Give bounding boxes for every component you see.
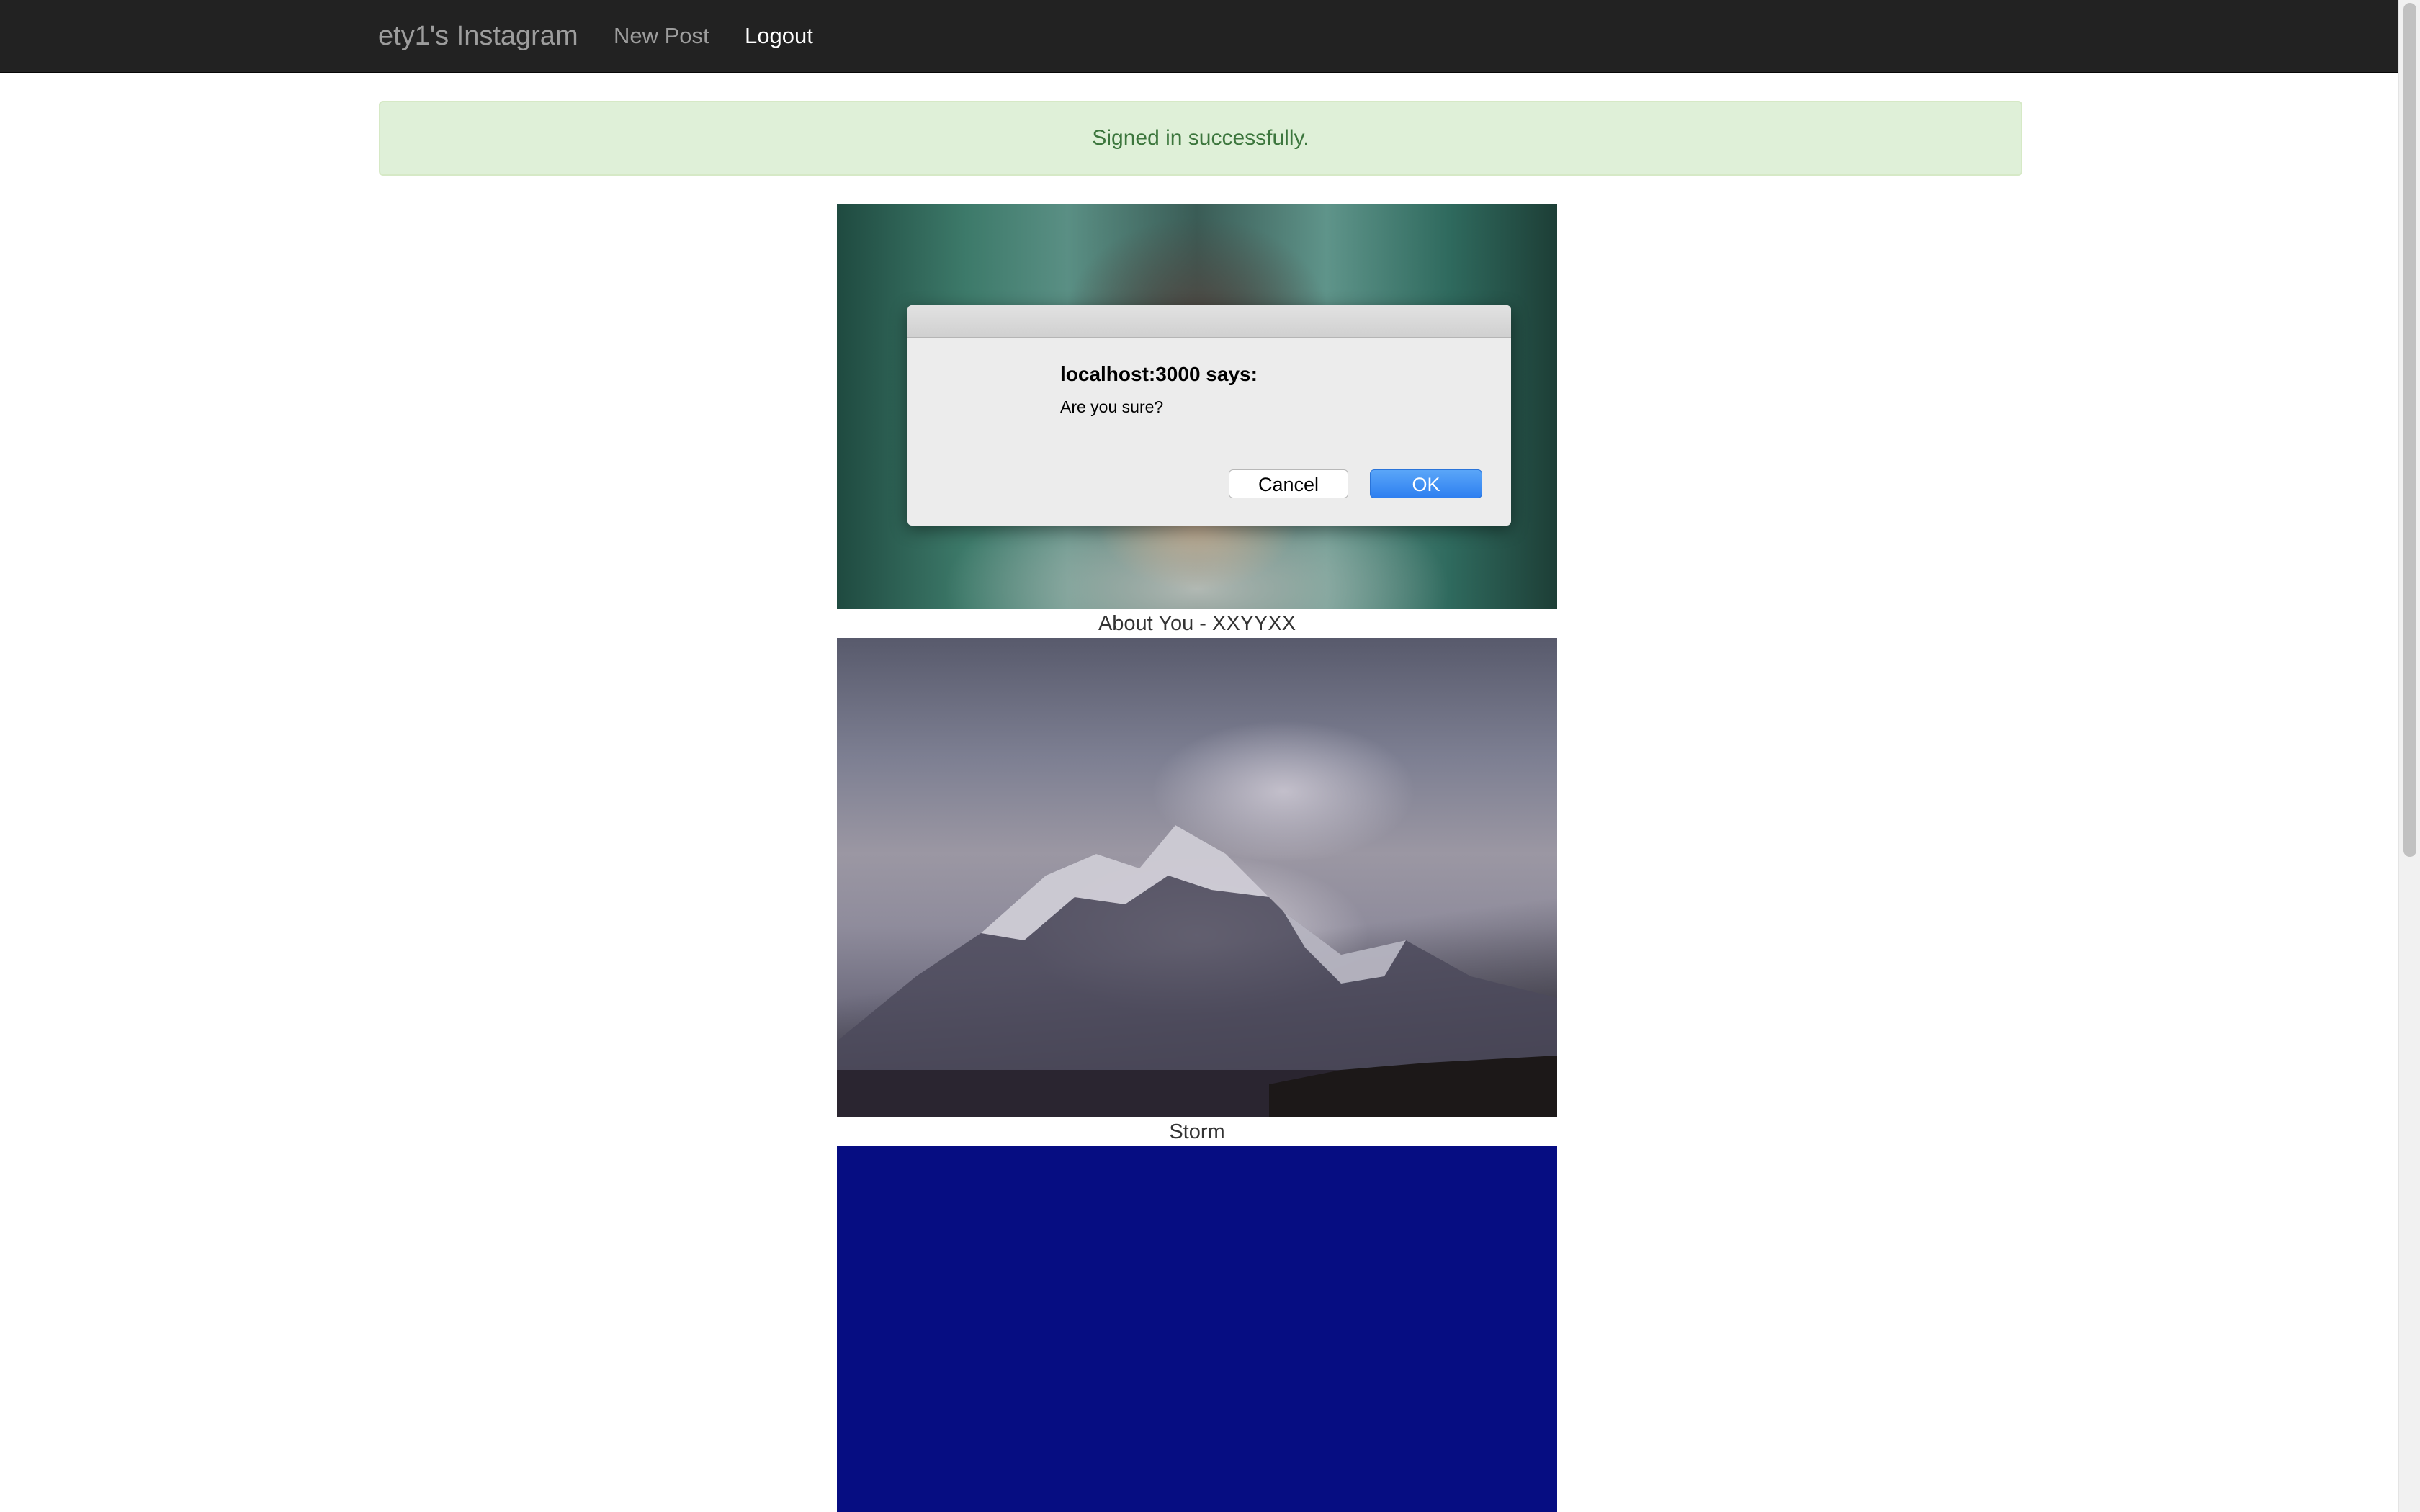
cancel-button[interactable]: Cancel xyxy=(1229,469,1348,498)
scrollbar-thumb[interactable] xyxy=(2403,3,2416,857)
flash-notice: Signed in successfully. xyxy=(379,101,2022,176)
post-caption-1: About You - XXYYXX xyxy=(1098,612,1296,635)
dialog-message: Are you sure? xyxy=(1060,397,1164,416)
page: ety1's Instagram New Post Logout Signed … xyxy=(0,0,2420,1512)
nav-new-post-link[interactable]: New Post xyxy=(614,22,709,50)
nav-logout-link[interactable]: Logout xyxy=(745,22,813,50)
brand-link[interactable]: ety1's Instagram xyxy=(378,19,578,53)
page-scrollbar[interactable] xyxy=(2398,0,2420,1512)
mountain-illustration xyxy=(837,825,1557,1117)
dialog-title: localhost:3000 says: xyxy=(1060,363,1258,385)
post-image-2[interactable] xyxy=(837,638,1557,1117)
ok-button[interactable]: OK xyxy=(1370,469,1482,498)
dialog-titlebar[interactable] xyxy=(908,305,1511,338)
top-navbar: ety1's Instagram New Post Logout xyxy=(0,0,2398,73)
confirm-dialog: localhost:3000 says: Are you sure? Cance… xyxy=(908,305,1511,526)
post-caption-2: Storm xyxy=(1169,1120,1225,1143)
post-image-3[interactable] xyxy=(837,1146,1557,1512)
